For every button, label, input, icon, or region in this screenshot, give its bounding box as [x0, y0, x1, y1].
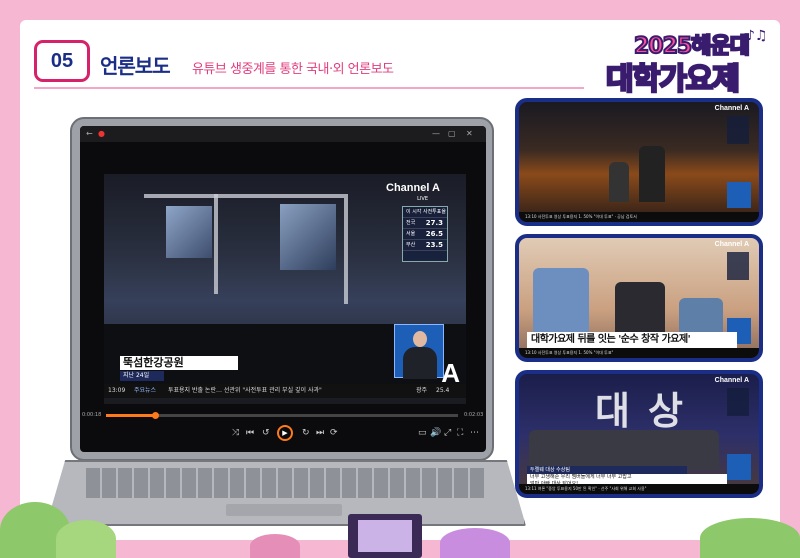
music-note-icon: ♪♫ [746, 28, 768, 44]
ticker-time: 13:09 [108, 387, 126, 394]
time-current: 0:00:18 [82, 412, 102, 418]
channel-logo: Channel A [714, 241, 749, 248]
film-frame-decoration [348, 514, 422, 558]
forward-icon[interactable]: ↻ [302, 428, 310, 438]
tree-decoration [56, 520, 116, 558]
channel-live-label: LIVE [417, 196, 428, 202]
previous-icon[interactable]: ⏮ [246, 428, 254, 438]
minimize-button[interactable]: — [432, 129, 440, 138]
subtitle-icon[interactable]: ▭ [418, 428, 427, 438]
laptop-trackpad [226, 504, 342, 516]
ticker-source: 주요뉴스 [134, 387, 157, 394]
ticker-text: 투표용지 반출 논란… 선관위 "사전투표 관리 부실 깊이 사과" [168, 387, 322, 394]
news-ticker: 13:10 사전투표 영상 투표용지 1. 50% "이대 투표" [519, 348, 759, 358]
led-screen-left [166, 206, 212, 258]
page-title: 언론보도 [100, 54, 171, 78]
close-button[interactable]: ✕ [466, 129, 473, 138]
ticker-city: 광주 [416, 387, 428, 394]
page-subtitle: 유튜브 생중계를 통한 국내·외 언론보도 [192, 62, 394, 77]
more-icon[interactable]: ⋯ [470, 428, 479, 438]
award-backdrop-text: 대상 [595, 389, 701, 433]
news-thumbnail-stage[interactable]: Channel A 13:10 사전투표 영상 투표용지 1. 50% "이대 … [515, 98, 763, 226]
play-button[interactable]: ▶ [277, 425, 293, 441]
repeat-icon[interactable]: ⟳ [330, 428, 338, 438]
progress-fill [106, 414, 156, 417]
progress-handle[interactable] [152, 412, 160, 419]
vote-rate-box [727, 252, 749, 280]
header-divider [34, 87, 584, 89]
shuffle-icon[interactable]: ⤨ [232, 428, 239, 438]
logo-name-line2: 대학가요제 [605, 61, 742, 99]
video-player-window: ← ● — ▢ ✕ Channel A LIVE 이 시각 사전투표율 전국 27… [80, 126, 486, 452]
video-frame[interactable]: Channel A LIVE 이 시각 사전투표율 전국 27.3 서울 26.5 … [104, 174, 466, 404]
ticker-temp: 25.4 [436, 387, 450, 394]
app-icon: ● [98, 129, 105, 138]
winners-group [529, 430, 719, 470]
player-titlebar: ← ● — ▢ ✕ [80, 126, 486, 142]
rewind-icon[interactable]: ↺ [262, 428, 270, 438]
led-screen-right [280, 204, 336, 270]
crowd-decoration [250, 534, 300, 558]
vote-rate-box: 이 시각 사전투표율 전국 27.3 서울 26.5 부산 23.5 [402, 206, 448, 262]
performer-figure [639, 146, 665, 202]
vote-rate-row: 부산 23.5 [403, 240, 447, 251]
channel-logo: Channel A [714, 377, 749, 384]
vote-rate-row: 전국 27.3 [403, 218, 447, 229]
vote-rate-title: 이 시각 사전투표율 [403, 207, 447, 218]
news-ticker: 13:11 여론 "중앙 투표용지 50만 된 확인" · 선주 "사회 위해 … [519, 484, 759, 494]
news-anchor-inset [727, 454, 751, 480]
news-anchor-inset [394, 324, 444, 379]
vote-rate-box [727, 116, 749, 144]
news-thumbnail-award[interactable]: 대상 Channel A 두렐웨 대상 수상팀 너무 고생해준 우리 멤버들에게… [515, 370, 763, 498]
vote-rate-box [727, 388, 749, 416]
stage-truss [214, 194, 218, 294]
back-arrow-icon[interactable]: ← [86, 129, 93, 138]
news-caption-label: 두렐웨 대상 수상팀 [527, 466, 687, 474]
time-total: 0:02:03 [464, 412, 484, 418]
vote-rate-row: 서울 26.5 [403, 229, 447, 240]
progress-bar[interactable]: 0:00:18 0:02:03 [82, 410, 484, 422]
news-ticker: 13:10 사전투표 영상 투표용지 1. 50% "이대 투표" · 공남 검… [519, 212, 759, 222]
festival-logo: 2025해운대 대학가요제 ♪♫ [600, 24, 776, 98]
news-ticker: 13:09 주요뉴스 투표용지 반출 논란… 선관위 "사전투표 관리 부실 깊… [104, 384, 466, 398]
news-caption: 대학가요제 뒤를 잇는 '순수 창작 가요제' [527, 332, 737, 348]
section-number: 05 [34, 40, 90, 82]
crowd-decoration [440, 528, 510, 558]
date-caption: 지난 24일 [120, 371, 164, 381]
laptop-keyboard [86, 468, 486, 498]
maximize-button[interactable]: ▢ [448, 129, 456, 138]
volume-icon[interactable]: 🔊 [430, 428, 441, 438]
location-caption: 뚝섬한강공원 [120, 356, 238, 370]
stage-truss [144, 194, 344, 198]
expand-icon[interactable]: ⤢ [444, 428, 451, 438]
channel-logo: Channel A [714, 105, 749, 112]
tree-decoration [700, 518, 800, 558]
news-caption-line1: 너무 고생해준 우리 멤버들에게 너무 너무 고맙고 [530, 474, 632, 480]
channel-logo: Channel A [386, 182, 440, 194]
next-icon[interactable]: ⏭ [316, 428, 324, 438]
progress-track[interactable] [106, 412, 458, 419]
performer-figure [609, 162, 629, 202]
news-thumbnail-interview[interactable]: Channel A 대학가요제 뒤를 잇는 '순수 창작 가요제' 13:10 … [515, 234, 763, 362]
news-anchor-inset [727, 182, 751, 208]
fullscreen-icon[interactable]: ⛶ [457, 428, 463, 438]
stage-truss [344, 194, 348, 304]
